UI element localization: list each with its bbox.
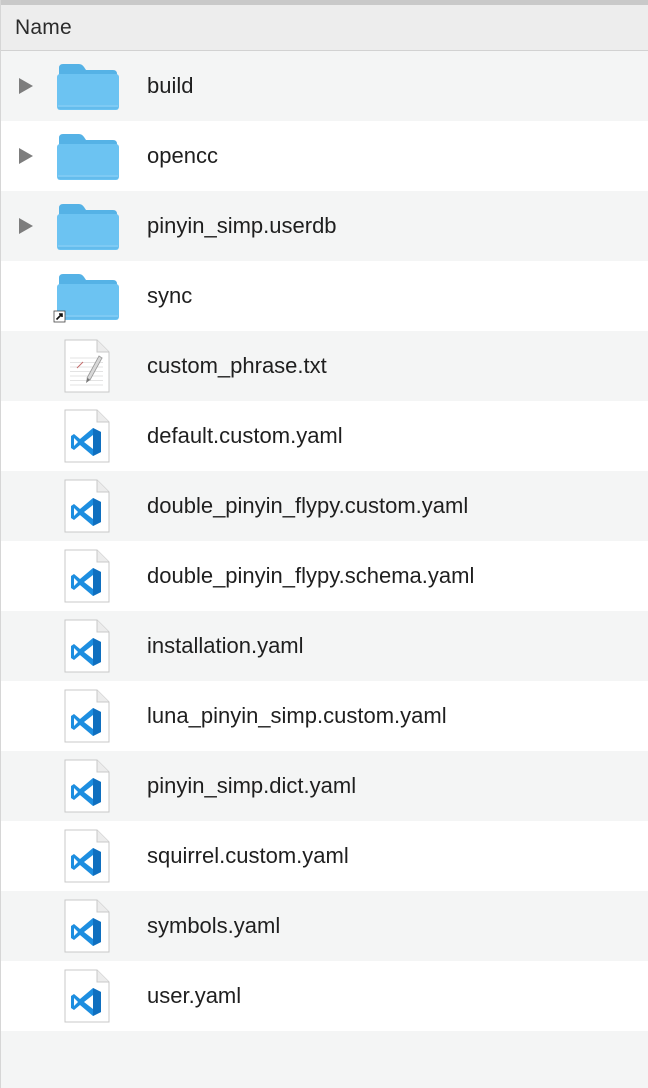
folder-icon (53, 128, 121, 184)
vscode-document-icon (53, 618, 121, 674)
vscode-document-icon (53, 408, 121, 464)
file-name-label: custom_phrase.txt (147, 353, 327, 378)
file-name-label: double_pinyin_flypy.custom.yaml (147, 493, 469, 518)
file-name-label: double_pinyin_flypy.schema.yaml (147, 563, 475, 588)
file-row[interactable]: user.yaml (1, 961, 648, 1031)
folder-icon (53, 58, 121, 114)
file-row[interactable]: double_pinyin_flypy.custom.yaml (1, 471, 648, 541)
file-name-label: sync (147, 283, 193, 308)
vscode-document-icon (53, 758, 121, 814)
vscode-document-icon (53, 968, 121, 1024)
file-row[interactable]: build (1, 51, 648, 121)
file-row[interactable]: opencc (1, 121, 648, 191)
empty-list-area (1, 1031, 648, 1088)
disclosure-triangle-icon[interactable] (19, 78, 33, 94)
file-row[interactable]: squirrel.custom.yaml (1, 821, 648, 891)
vscode-document-icon (53, 478, 121, 534)
finder-list-window: Name build opencc pinyin_simp.userdbsync cu… (0, 0, 648, 1088)
file-row[interactable]: symbols.yaml (1, 891, 648, 961)
file-row[interactable]: pinyin_simp.userdb (1, 191, 648, 261)
file-row[interactable]: installation.yaml (1, 611, 648, 681)
column-header-name[interactable]: Name (1, 5, 648, 51)
file-name-label: installation.yaml (147, 633, 304, 658)
file-name-label: pinyin_simp.userdb (147, 213, 337, 238)
disclosure-triangle-icon[interactable] (19, 148, 33, 164)
column-header-name-label: Name (15, 15, 72, 39)
file-list: build opencc pinyin_simp.userdbsync custom_… (1, 51, 648, 1031)
file-row[interactable]: default.custom.yaml (1, 401, 648, 471)
vscode-document-icon (53, 898, 121, 954)
file-name-label: user.yaml (147, 983, 242, 1008)
file-row[interactable]: pinyin_simp.dict.yaml (1, 751, 648, 821)
file-name-label: squirrel.custom.yaml (147, 843, 349, 868)
file-row[interactable]: custom_phrase.txt (1, 331, 648, 401)
disclosure-triangle-icon[interactable] (19, 218, 33, 234)
vscode-document-icon (53, 828, 121, 884)
file-name-label: pinyin_simp.dict.yaml (147, 773, 357, 798)
file-name-label: symbols.yaml (147, 913, 281, 938)
folder-alias-icon (53, 268, 121, 324)
file-row[interactable]: double_pinyin_flypy.schema.yaml (1, 541, 648, 611)
folder-icon (53, 198, 121, 254)
vscode-document-icon (53, 548, 121, 604)
file-name-label: opencc (147, 143, 218, 168)
vscode-document-icon (53, 688, 121, 744)
file-name-label: luna_pinyin_simp.custom.yaml (147, 703, 447, 728)
file-name-label: build (147, 73, 194, 98)
file-row[interactable]: luna_pinyin_simp.custom.yaml (1, 681, 648, 751)
file-name-label: default.custom.yaml (147, 423, 343, 448)
file-row[interactable]: sync (1, 261, 648, 331)
text-document-icon (53, 338, 121, 394)
